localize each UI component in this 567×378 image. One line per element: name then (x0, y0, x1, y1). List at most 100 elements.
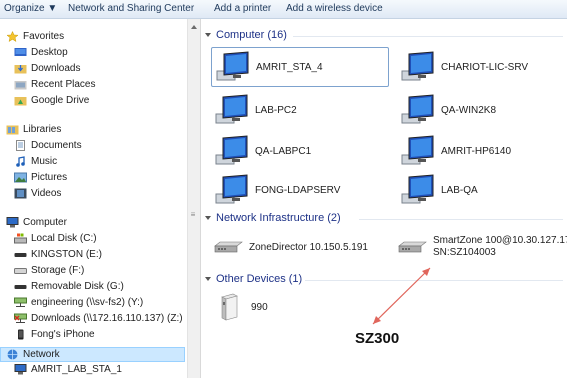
group-title: Computer (16) (216, 29, 287, 41)
nav-item-downloads[interactable]: Downloads (14, 61, 80, 76)
infrastructure-tile[interactable]: SmartZone 100@10.30.127.177 SN:SZ104003 (397, 232, 567, 262)
tile-label: LAB-PC2 (255, 104, 297, 116)
collapse-triangle-icon[interactable] (205, 33, 211, 37)
tile-label: AMRIT-HP6140 (441, 145, 512, 157)
group-header-network-infrastructure[interactable]: Network Infrastructure (2) (205, 212, 341, 224)
group-divider (305, 280, 563, 281)
computer-monitor-icon (216, 51, 249, 81)
command-toolbar: Organize ▼ Network and Sharing Center Ad… (0, 0, 567, 19)
nav-item-label: Fong's iPhone (31, 329, 95, 340)
tile-label: 990 (251, 301, 268, 313)
computer-monitor-icon (215, 174, 248, 204)
router-icon (214, 241, 243, 253)
nav-item-label: AMRIT_LAB_STA_1 (31, 364, 122, 375)
pane-splitter[interactable]: ≡ (187, 19, 201, 378)
nav-item-removable-disk-g[interactable]: Removable Disk (G:) (14, 279, 124, 294)
group-divider (293, 36, 563, 37)
drive-icon (14, 268, 27, 274)
downloads-folder-icon (14, 65, 27, 74)
nav-item-label: Videos (31, 188, 62, 199)
computer-icon (6, 217, 19, 228)
nav-item-recent-places[interactable]: Recent Places (14, 77, 95, 92)
infrastructure-tile[interactable]: ZoneDirector 10.150.5.191 (213, 232, 389, 262)
content-pane: Computer (16) AMRIT_STA_4 CHARIOT-LIC-SR… (201, 19, 567, 378)
collapse-triangle-icon[interactable] (205, 277, 211, 281)
collapse-triangle-icon[interactable] (205, 216, 211, 220)
videos-icon (14, 188, 27, 199)
disconnected-network-drive-icon (14, 313, 27, 323)
group-divider (359, 219, 563, 220)
nav-item-label: engineering (\\sv-fs2) (Y:) (31, 297, 144, 308)
computer-tile[interactable]: LAB-PC2 (211, 90, 393, 130)
add-printer-button[interactable]: Add a printer (214, 3, 271, 14)
tile-label: QA-LABPC1 (255, 145, 312, 157)
device-icon (221, 293, 238, 321)
google-drive-folder-icon (14, 97, 27, 106)
nav-item-label: Downloads (31, 63, 81, 74)
nav-libraries[interactable]: Libraries (6, 122, 61, 137)
nav-item-label: Local Disk (C:) (31, 233, 97, 244)
organize-button[interactable]: Organize ▼ (4, 3, 57, 14)
computer-tile[interactable]: LAB-QA (397, 170, 567, 210)
music-icon (16, 156, 25, 167)
desktop-icon (14, 48, 27, 56)
computer-tile[interactable]: FONG-LDAPSERV (211, 170, 393, 210)
computer-tile[interactable]: CHARIOT-LIC-SRV (397, 47, 567, 87)
nav-item-label: Removable Disk (G:) (31, 281, 124, 292)
windows-drive-icon (14, 233, 27, 244)
nav-item-fongs-iphone[interactable]: Fong's iPhone (14, 327, 95, 342)
removable-drive-icon (14, 285, 27, 289)
splitter-grip-icon[interactable]: ≡ (188, 210, 198, 219)
nav-network[interactable]: Network (0, 347, 185, 362)
nav-item-documents[interactable]: Documents (14, 138, 82, 153)
libraries-icon (6, 125, 19, 135)
drive-icon (14, 253, 27, 257)
nav-item-storage-f[interactable]: Storage (F:) (14, 263, 84, 278)
tile-label: FONG-LDAPSERV (255, 184, 341, 196)
group-title: Other Devices (1) (216, 273, 303, 285)
tile-label-group: SmartZone 100@10.30.127.177 SN:SZ104003 (433, 235, 567, 259)
tile-label: AMRIT_STA_4 (256, 61, 323, 73)
nav-item-desktop[interactable]: Desktop (14, 45, 68, 60)
scroll-up-arrow-icon[interactable] (191, 25, 197, 29)
computer-tile[interactable]: QA-WIN2K8 (397, 90, 567, 130)
nav-computer-label: Computer (23, 217, 67, 228)
computer-tile[interactable]: QA-LABPC1 (211, 131, 393, 171)
nav-computer[interactable]: Computer (6, 215, 67, 230)
nav-item-kingston-e[interactable]: KINGSTON (E:) (14, 247, 102, 262)
group-header-computer[interactable]: Computer (16) (205, 29, 287, 41)
nav-favorites[interactable]: Favorites (6, 29, 64, 44)
computer-monitor-icon (401, 51, 434, 81)
nav-item-amrit-lab-sta-1[interactable]: AMRIT_LAB_STA_1 (14, 362, 122, 377)
computer-monitor-icon (401, 94, 434, 124)
nav-network-label: Network (23, 349, 60, 360)
tile-label: QA-WIN2K8 (441, 104, 497, 116)
network-sharing-center-button[interactable]: Network and Sharing Center (68, 3, 194, 14)
nav-item-label: Documents (31, 140, 82, 151)
computer-tile[interactable]: AMRIT-HP6140 (397, 131, 567, 171)
documents-icon (16, 140, 25, 151)
nav-item-label: Pictures (31, 172, 68, 183)
nav-item-videos[interactable]: Videos (14, 186, 61, 201)
computer-monitor-icon (215, 135, 248, 165)
nav-item-engineering-y[interactable]: engineering (\\sv-fs2) (Y:) (14, 295, 143, 310)
tile-label: LAB-QA (441, 184, 478, 196)
computer-monitor-icon (401, 135, 434, 165)
computer-tile[interactable]: AMRIT_STA_4 (211, 47, 389, 87)
star-icon (6, 31, 19, 42)
nav-item-local-disk-c[interactable]: Local Disk (C:) (14, 231, 97, 246)
nav-item-google-drive[interactable]: Google Drive (14, 93, 89, 108)
tile-label: CHARIOT-LIC-SRV (441, 61, 529, 73)
tile-label: SmartZone 100@10.30.127.177 (433, 235, 567, 246)
nav-item-label: Google Drive (31, 95, 90, 106)
tile-sublabel: SN:SZ104003 (433, 247, 496, 258)
network-drive-icon (14, 297, 27, 307)
device-tile[interactable]: 990 (219, 291, 339, 323)
nav-item-label: Music (31, 156, 58, 167)
nav-item-pictures[interactable]: Pictures (14, 170, 67, 185)
nav-item-downloads-z[interactable]: Downloads (\\172.16.110.137) (Z:) (14, 311, 183, 326)
add-wireless-device-button[interactable]: Add a wireless device (286, 3, 383, 14)
nav-item-music[interactable]: Music (14, 154, 57, 169)
nav-item-label: Downloads (\\172.16.110.137) (Z:) (31, 313, 183, 324)
group-header-other-devices[interactable]: Other Devices (1) (205, 273, 302, 285)
